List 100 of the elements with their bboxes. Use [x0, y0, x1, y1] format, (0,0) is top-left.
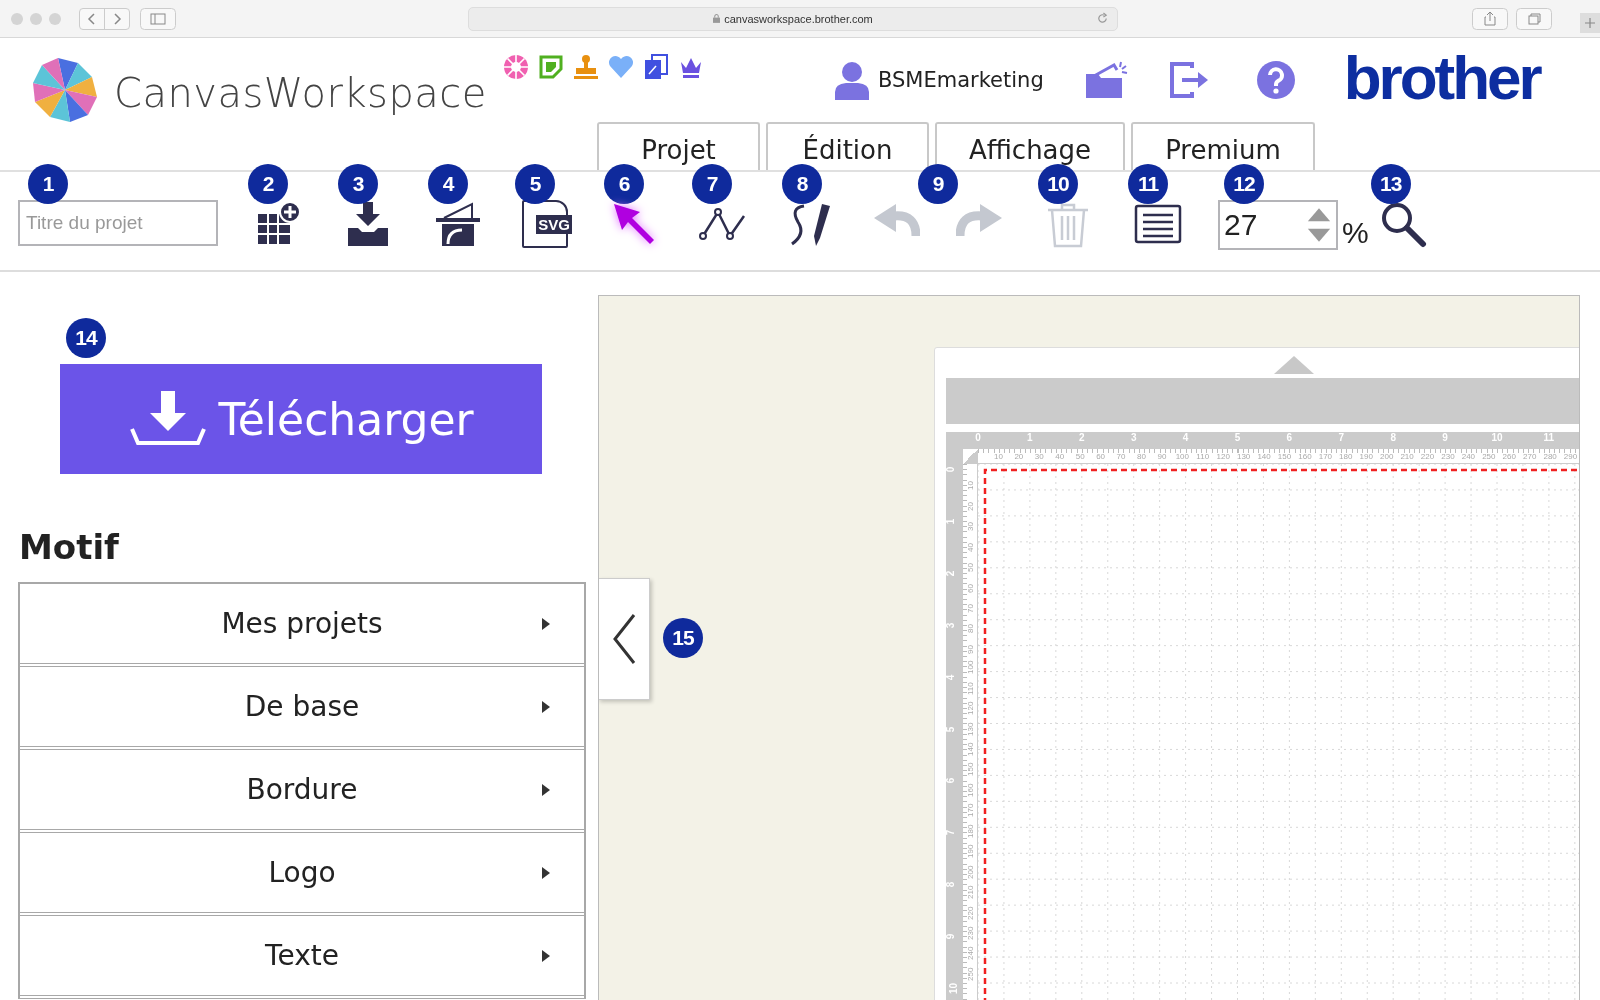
- ruler-number: 170: [1318, 452, 1333, 461]
- help-icon[interactable]: [1255, 60, 1296, 100]
- ruler-number: 160: [966, 783, 975, 797]
- number-badge: 4: [428, 164, 468, 204]
- caret-icon: [542, 949, 550, 962]
- ruler-number: 70: [966, 604, 975, 614]
- ruler-number: 30: [966, 522, 975, 532]
- scanner-icon[interactable]: [434, 200, 482, 248]
- ruler-number: 110: [966, 682, 975, 695]
- ruler-number: 180: [1339, 452, 1353, 461]
- heart-icon[interactable]: [607, 54, 634, 80]
- ruler-number: 160: [1298, 452, 1312, 461]
- ruler-number: 120: [966, 701, 975, 716]
- chevron-left-icon: [612, 613, 636, 665]
- number-badge: 6: [604, 164, 644, 204]
- ruler-number: 220: [1420, 452, 1435, 461]
- project-title-field[interactable]: Titre du projet: [18, 200, 218, 246]
- ruler-number: 260: [1502, 452, 1516, 461]
- number-badge: 11: [1128, 164, 1168, 204]
- new-tab-icon[interactable]: [1580, 13, 1600, 33]
- ruler-number: 100: [1175, 452, 1189, 461]
- ruler-number: 290: [1563, 452, 1578, 461]
- ruler-number: 40: [1055, 452, 1065, 461]
- ruler-number: 280: [1543, 452, 1557, 461]
- ruler-number: 200: [966, 865, 975, 879]
- number-badge: 5: [515, 164, 555, 204]
- pages-icon[interactable]: [642, 54, 669, 80]
- number-badge: 10: [1038, 164, 1078, 204]
- ruler-number: 60: [1096, 452, 1106, 461]
- sidebar-toggle-icon[interactable]: [140, 7, 176, 30]
- menu-tab[interactable]: Premium: [1131, 122, 1315, 170]
- number-badge: 14: [66, 318, 106, 358]
- folder-icon[interactable]: [1083, 60, 1128, 100]
- ruler-number: 230: [1441, 452, 1455, 461]
- zoom-field[interactable]: 27: [1218, 200, 1338, 250]
- caret-icon: [542, 783, 550, 796]
- ruler-number: 60: [966, 583, 975, 593]
- ruler-number: 250: [966, 967, 975, 981]
- lock-icon: [713, 14, 721, 23]
- ruler-number: 10: [993, 452, 1003, 461]
- ruler-number: 190: [1359, 452, 1373, 461]
- menu-tab[interactable]: Édition: [766, 122, 929, 170]
- reload-icon[interactable]: [1096, 11, 1109, 25]
- ruler-number: 50: [966, 563, 975, 573]
- section-title: Motif: [19, 530, 120, 564]
- ruler-number: 150: [966, 763, 975, 777]
- number-badge: 3: [338, 164, 378, 204]
- ruler-number: 150: [1277, 452, 1292, 461]
- ruler-number: 80: [966, 624, 975, 634]
- logo-icon: [30, 55, 100, 125]
- download-button[interactable]: Télécharger: [60, 364, 542, 474]
- number-badge: 7: [692, 164, 732, 204]
- number-badge: 8: [782, 164, 822, 204]
- ruler-number: 240: [1461, 452, 1476, 461]
- ruler-number: 200: [1380, 452, 1394, 461]
- number-badge: 15: [663, 618, 703, 658]
- percent-sign: %: [1342, 216, 1369, 250]
- collapse-panel-button[interactable]: [599, 578, 650, 700]
- feed-arrow-icon: [1274, 356, 1314, 374]
- ruler-number: 100: [966, 660, 975, 675]
- ruler-number: 120: [1216, 452, 1230, 461]
- ruler-number: 40: [966, 542, 975, 552]
- user-name[interactable]: BSMEmarketing: [877, 68, 1044, 92]
- stamp-icon[interactable]: [572, 54, 599, 80]
- caret-icon: [542, 866, 550, 879]
- ruler-corner: [963, 449, 978, 464]
- address-bar[interactable]: canvasworkspace.brother.com: [468, 6, 1118, 31]
- ruler-number: 90: [1157, 452, 1167, 461]
- ruler-number: 190: [966, 844, 975, 859]
- ruler-number: 210: [1400, 452, 1414, 461]
- ruler-number: 210: [966, 885, 975, 900]
- user-icon: [833, 60, 870, 100]
- caret-icon: [542, 700, 550, 713]
- ruler-number: 230: [966, 926, 975, 940]
- caret-icon: [542, 617, 550, 630]
- ruler-number: 70: [1116, 452, 1126, 461]
- tabs-icon[interactable]: [1516, 7, 1552, 30]
- number-badge: 12: [1224, 164, 1264, 204]
- ruler-number: 50: [1075, 452, 1085, 461]
- number-badge: 2: [248, 164, 288, 204]
- ruler-number: 270: [1523, 452, 1537, 461]
- ruler-number: 20: [1014, 452, 1024, 461]
- ruler-number: 20: [966, 501, 975, 511]
- ruler-number: 180: [966, 824, 975, 838]
- menu-tab[interactable]: Projet: [597, 122, 760, 170]
- url-text: canvasworkspace.brother.com: [724, 12, 873, 25]
- brand-logo: brother: [1343, 41, 1540, 113]
- ruler-number: 10: [966, 481, 975, 491]
- flower-icon[interactable]: [502, 54, 529, 80]
- ruler-number: 140: [1257, 452, 1271, 461]
- app-name: CanvasWorkspace: [114, 70, 487, 116]
- ruler-number: 130: [966, 722, 975, 736]
- share-icon[interactable]: [1472, 7, 1508, 30]
- number-badge: 9: [918, 164, 958, 204]
- menu-tab[interactable]: Affichage: [935, 122, 1125, 170]
- sticker-icon[interactable]: [537, 54, 564, 80]
- ruler-number: 170: [966, 804, 975, 818]
- ruler-number: 90: [966, 645, 975, 654]
- ruler-number: 110: [1196, 452, 1210, 461]
- ruler-number: 240: [966, 947, 975, 961]
